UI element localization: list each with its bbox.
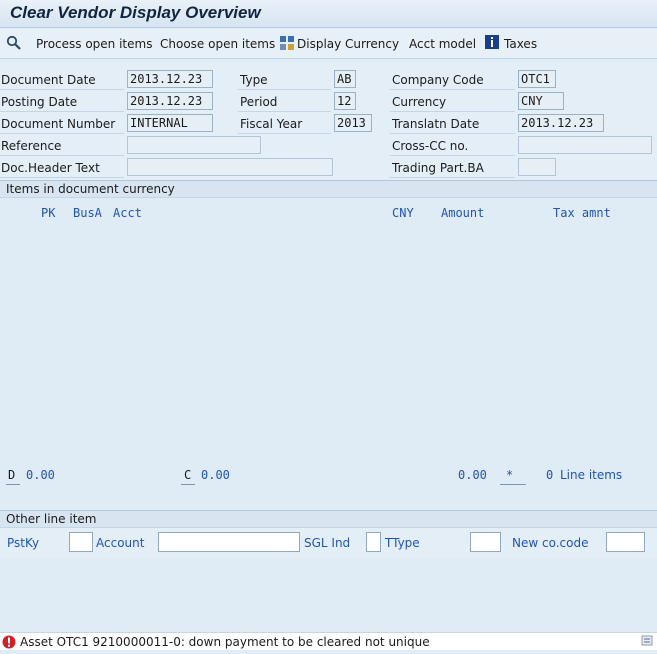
debit-total: 0.00 xyxy=(26,468,55,482)
posting-date-label: Posting Date xyxy=(1,95,78,109)
column-header-cny: CNY xyxy=(392,206,414,220)
credit-label: C xyxy=(184,468,192,482)
process-open-items-icon[interactable] xyxy=(6,35,22,52)
balance-total: 0.00 xyxy=(458,468,487,482)
line-items-label: Line items xyxy=(560,468,623,482)
fiscal-year-field[interactable]: 2013 xyxy=(334,114,372,132)
window-title: Clear Vendor Display Overview xyxy=(10,3,261,22)
type-field[interactable]: AB xyxy=(334,70,356,88)
info-icon[interactable] xyxy=(485,35,499,50)
other-line-item-form: PstKy Account SGL Ind TType New co.code xyxy=(0,528,657,558)
sgl-ind-label: SGL Ind xyxy=(304,536,351,550)
column-header-tax-amnt: Tax amnt xyxy=(553,206,611,220)
acct-model-button[interactable]: Acct model xyxy=(409,37,476,51)
reference-label: Reference xyxy=(1,139,62,153)
status-bar-grip-icon[interactable] xyxy=(641,634,655,653)
title-bar: Clear Vendor Display Overview xyxy=(0,0,657,28)
line-items-count: 0 xyxy=(546,468,554,482)
debit-label: D xyxy=(8,468,16,482)
pstky-input[interactable] xyxy=(69,532,93,552)
document-date-label: Document Date xyxy=(1,73,96,87)
other-line-item-header: Other line item xyxy=(0,510,657,528)
account-input[interactable] xyxy=(158,532,300,552)
choose-open-items-button[interactable]: Choose open items xyxy=(160,37,275,51)
display-currency-icon[interactable] xyxy=(279,35,296,52)
document-number-field[interactable]: INTERNAL xyxy=(127,114,213,132)
balance-indicator-underline xyxy=(500,484,526,485)
ttype-input[interactable] xyxy=(470,532,501,552)
cross-cc-no-field[interactable] xyxy=(518,136,652,154)
column-header-pk: PK xyxy=(41,206,56,220)
type-label: Type xyxy=(240,73,268,87)
label-underline xyxy=(390,155,515,156)
posting-date-field[interactable]: 2013.12.23 xyxy=(127,92,213,110)
document-number-label: Document Number xyxy=(1,117,116,131)
company-code-label: Company Code xyxy=(392,73,484,87)
sgl-ind-input[interactable] xyxy=(366,532,381,552)
column-header-amount: Amount xyxy=(441,206,485,220)
doc-header-text-label: Doc.Header Text xyxy=(1,161,100,175)
company-code-field[interactable]: OTC1 xyxy=(518,70,556,88)
status-bar[interactable]: Asset OTC1 9210000011-0: down payment to… xyxy=(0,632,657,650)
document-date-field[interactable]: 2013.12.23 xyxy=(127,70,213,88)
reference-field[interactable] xyxy=(127,136,261,154)
process-open-items-button[interactable]: Process open items xyxy=(36,37,152,51)
trading-part-ba-field[interactable] xyxy=(518,158,556,176)
period-field[interactable]: 12 xyxy=(334,92,356,110)
translatn-date-field[interactable]: 2013.12.23 xyxy=(518,114,604,132)
currency-label: Currency xyxy=(392,95,447,109)
new-co-code-label: New co.code xyxy=(512,536,589,550)
label-underline xyxy=(390,177,515,178)
label-underline xyxy=(390,89,515,90)
period-label: Period xyxy=(240,95,278,109)
new-co-code-input[interactable] xyxy=(606,532,645,552)
label-underline xyxy=(390,133,515,134)
debit-underline xyxy=(6,484,20,485)
document-header-form: Document Date 2013.12.23 Posting Date 20… xyxy=(0,62,657,180)
balance-indicator: * xyxy=(506,468,514,482)
items-table: PK BusA Acct CNY Amount Tax amnt D 0.00 … xyxy=(0,198,657,501)
currency-field[interactable]: CNY xyxy=(518,92,564,110)
label-underline xyxy=(0,111,124,112)
application-toolbar: Process open items Choose open items Dis… xyxy=(0,29,657,59)
display-currency-button[interactable]: Display Currency xyxy=(297,37,399,51)
label-underline xyxy=(390,111,515,112)
ttype-label: TType xyxy=(385,536,420,550)
pstky-label: PstKy xyxy=(7,536,40,550)
error-icon xyxy=(2,635,16,654)
label-underline xyxy=(0,177,124,178)
doc-header-text-field[interactable] xyxy=(127,158,333,176)
column-header-acct: Acct xyxy=(113,206,142,220)
credit-underline xyxy=(181,484,195,485)
cross-cc-no-label: Cross-CC no. xyxy=(392,139,469,153)
translatn-date-label: Translatn Date xyxy=(392,117,480,131)
label-underline xyxy=(0,89,124,90)
items-section-header: Items in document currency xyxy=(0,180,657,198)
label-underline xyxy=(238,111,331,112)
fiscal-year-label: Fiscal Year xyxy=(240,117,303,131)
label-underline xyxy=(238,133,331,134)
column-header-busa: BusA xyxy=(73,206,102,220)
taxes-button[interactable]: Taxes xyxy=(504,37,537,51)
account-label: Account xyxy=(96,536,145,550)
status-message: Asset OTC1 9210000011-0: down payment to… xyxy=(20,635,430,649)
trading-part-ba-label: Trading Part.BA xyxy=(392,161,484,175)
label-underline xyxy=(238,89,331,90)
credit-total: 0.00 xyxy=(201,468,230,482)
label-underline xyxy=(0,155,124,156)
label-underline xyxy=(0,133,124,134)
